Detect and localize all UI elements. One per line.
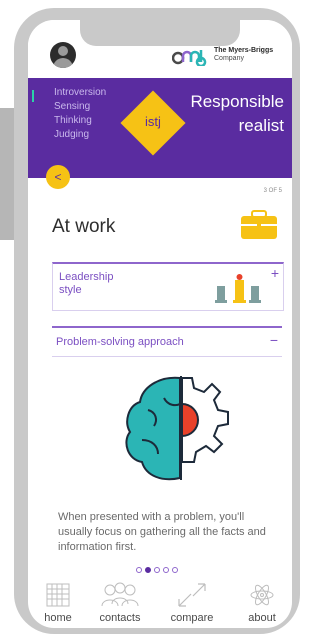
nav-label: compare <box>170 612 214 624</box>
collapse-toggle[interactable]: − <box>270 332 278 348</box>
description-text: When presented with a problem, you'll us… <box>58 511 266 553</box>
carousel-dots <box>136 560 181 573</box>
carousel-dot[interactable] <box>172 567 178 573</box>
phone-notch <box>80 20 240 46</box>
carousel-dot[interactable] <box>154 567 160 573</box>
logo-text: The Myers-Briggs Company <box>214 47 274 62</box>
leadership-style-card[interactable]: Leadership style + <box>52 262 284 311</box>
nav-about[interactable]: about <box>232 582 292 624</box>
company-logo: The Myers-Briggs Company <box>172 46 282 68</box>
avatar[interactable] <box>50 42 76 68</box>
card-label: Leadership style <box>59 271 114 296</box>
trait-list: Introversion Sensing Thinking Judging <box>54 86 106 142</box>
accent-bar <box>32 90 34 102</box>
chess-pieces-icon <box>215 274 261 303</box>
nav-label: about <box>248 612 276 624</box>
type-banner: Introversion Sensing Thinking Judging is… <box>28 78 292 178</box>
trait-item: Judging <box>54 129 90 140</box>
trait-item: Sensing <box>54 101 91 112</box>
carousel-dot-active[interactable] <box>145 567 151 573</box>
nav-contacts[interactable]: contacts <box>90 582 150 624</box>
nav-compare[interactable]: compare <box>162 582 222 624</box>
about-icon <box>250 584 274 606</box>
trait-item: Thinking <box>54 115 92 126</box>
home-icon <box>46 583 70 607</box>
side-tab-decoration <box>0 108 14 240</box>
bottom-nav: home contacts compare about <box>28 576 292 628</box>
mb-logo-icon <box>172 50 207 66</box>
type-title: Responsible realist <box>190 92 284 135</box>
briefcase-icon <box>241 210 277 239</box>
carousel-dot[interactable] <box>163 567 169 573</box>
nav-home[interactable]: home <box>28 582 88 624</box>
card-label: Problem-solving approach <box>56 336 184 348</box>
compare-icon <box>178 583 206 607</box>
problem-solving-card[interactable]: Problem-solving approach − <box>52 326 282 357</box>
nav-label: home <box>44 612 72 624</box>
section-title: At work <box>52 216 116 237</box>
contacts-icon <box>101 582 139 607</box>
brain-gear-illustration <box>125 376 229 481</box>
back-button[interactable]: < <box>46 165 70 189</box>
carousel-dot[interactable] <box>136 567 142 573</box>
page-indicator: 3 OF 5 <box>263 188 282 194</box>
expand-toggle[interactable]: + <box>271 265 279 281</box>
trait-item: Introversion <box>54 87 107 98</box>
nav-label: contacts <box>99 612 141 624</box>
app-screen: The Myers-Briggs Company Introversion Se… <box>28 20 292 628</box>
